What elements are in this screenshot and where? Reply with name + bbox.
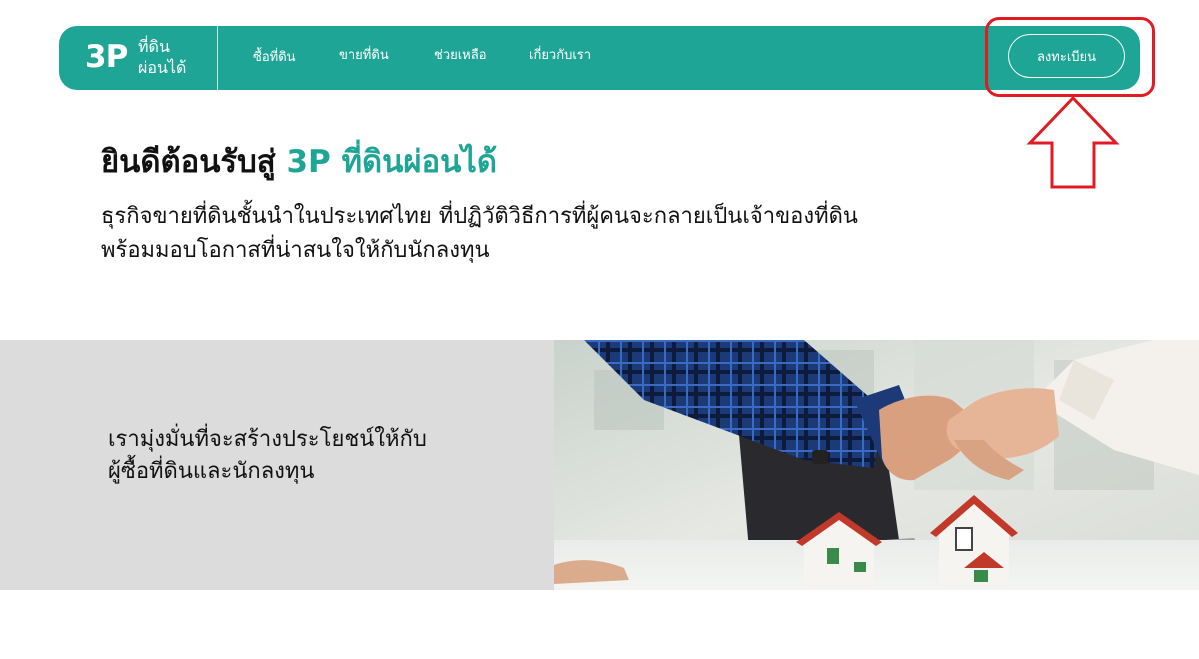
nav-buy-land[interactable]: ซื้อที่ดิน (253, 48, 296, 68)
nav-about-us[interactable]: เกี่ยวกับเรา (529, 46, 591, 66)
nav-sell-land[interactable]: ขายที่ดิน (339, 46, 389, 66)
hero-title-prefix: ยินดีต้อนรับสู่ (101, 144, 287, 180)
hero-title-accent: 3P ที่ดินผ่อนได้ (286, 144, 498, 180)
nav-help[interactable]: ช่วยเหลือ (434, 46, 487, 66)
banner-text-line2: ผู้ซื้อที่ดินและนักลงทุน (108, 459, 315, 484)
hero-title: ยินดีต้อนรับสู่ 3P ที่ดินผ่อนได้ (101, 140, 497, 184)
brand-name-line2: ผ่อนได้ (138, 58, 187, 77)
top-navbar: 3P ที่ดิน ผ่อนได้ ซื้อที่ดิน ขายที่ดิน ช… (59, 26, 1140, 90)
hero-subtitle-line2: พร้อมมอบโอกาสที่น่าสนใจให้กับนักลงทุน (101, 238, 490, 263)
handshake-houses-photo (554, 340, 1199, 590)
up-arrow-icon (1026, 95, 1120, 189)
hero-subtitle-line1: ธุรกิจขายที่ดินชั้นนำในประเทศไทย ที่ปฏิว… (101, 204, 858, 229)
brand-mark: 3P (85, 39, 128, 75)
banner-text-line1: เรามุ่งมั่นที่จะสร้างประโยชน์ให้กับ (108, 427, 427, 452)
banner-text: เรามุ่งมั่นที่จะสร้างประโยชน์ให้กับ ผู้ซ… (108, 424, 427, 488)
brand-name-line1: ที่ดิน (138, 37, 170, 56)
brand-logo[interactable]: 3P ที่ดิน ผ่อนได้ (59, 26, 218, 90)
page: 3P ที่ดิน ผ่อนได้ ซื้อที่ดิน ขายที่ดิน ช… (0, 0, 1199, 659)
hero-subtitle: ธุรกิจขายที่ดินชั้นนำในประเทศไทย ที่ปฏิว… (101, 200, 1001, 268)
highlight-box (985, 17, 1155, 97)
